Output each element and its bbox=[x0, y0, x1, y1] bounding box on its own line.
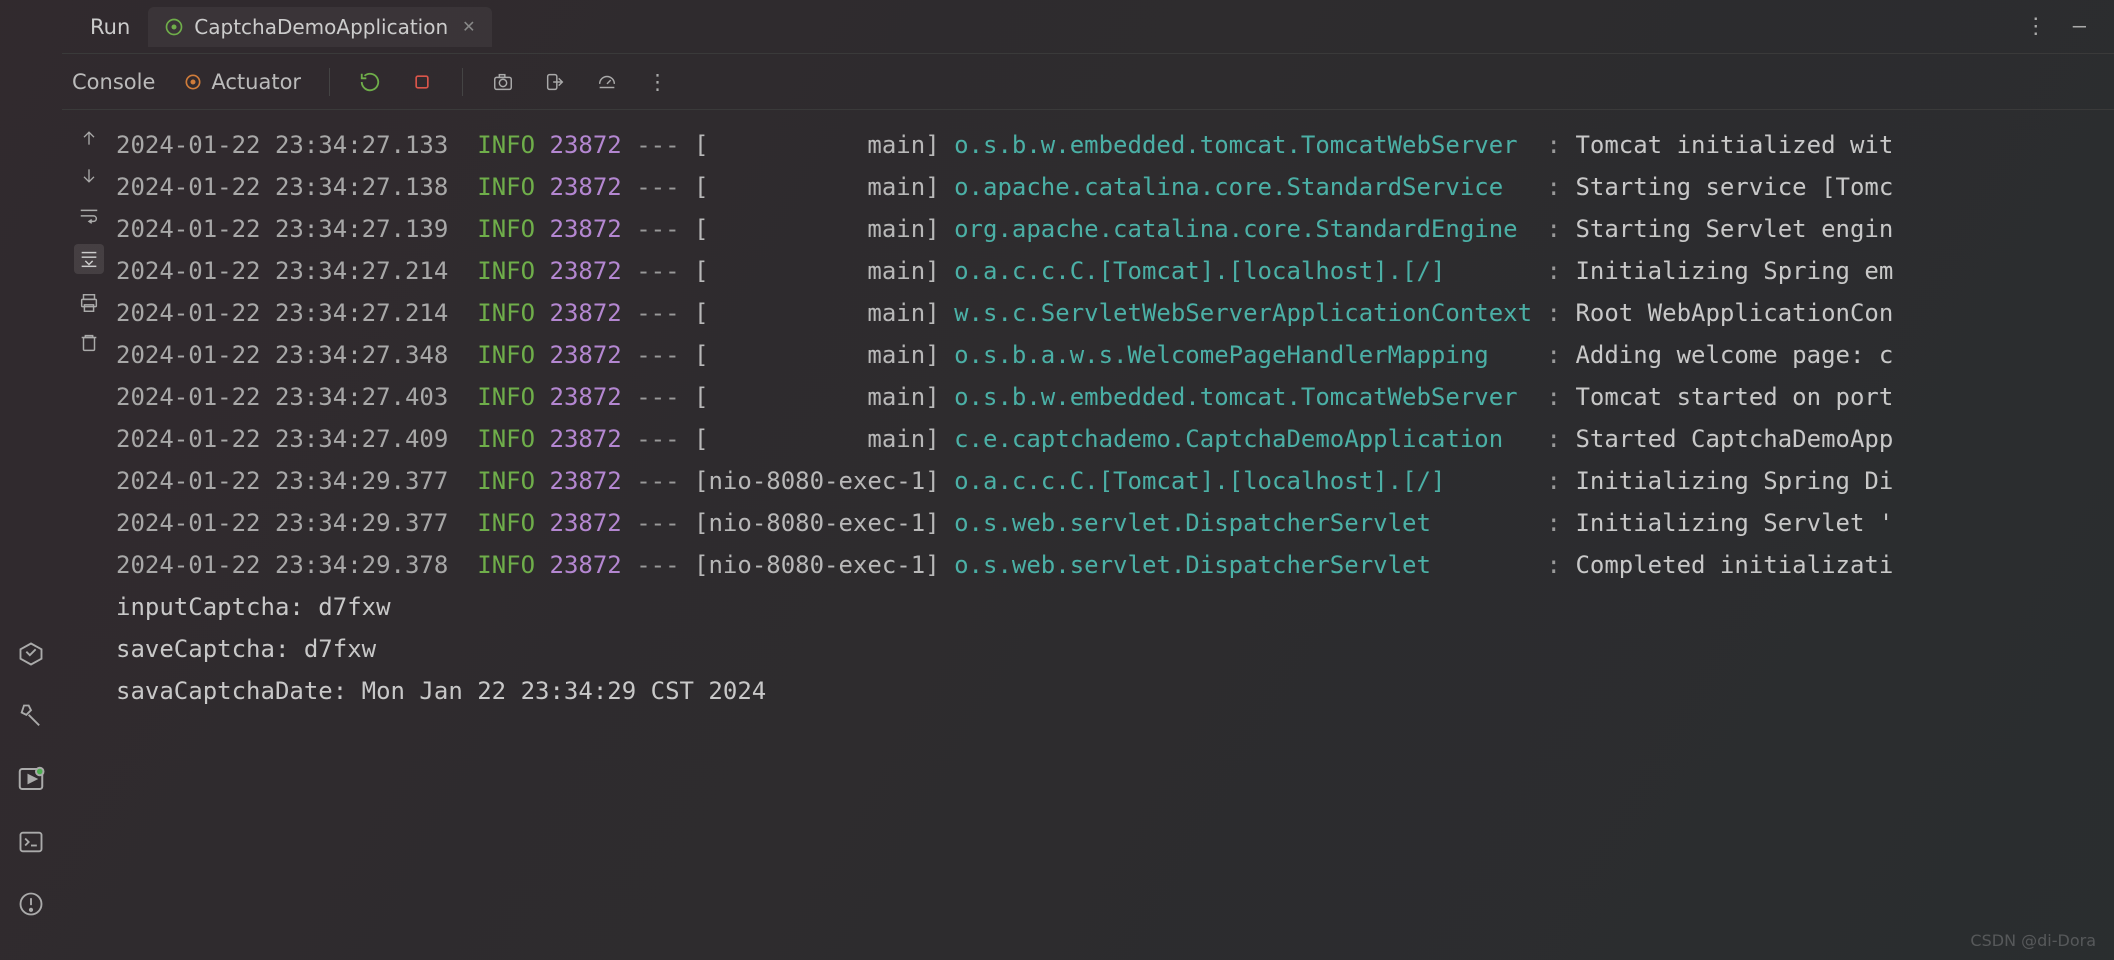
spring-boot-icon bbox=[164, 17, 184, 37]
scroll-down-icon[interactable] bbox=[79, 166, 99, 186]
console-tab[interactable]: Console bbox=[72, 70, 155, 94]
log-line: 2024-01-22 23:34:27.133 INFO 23872 --- [… bbox=[116, 124, 2114, 166]
problems-icon[interactable] bbox=[17, 890, 45, 918]
console-gutter bbox=[62, 110, 116, 960]
rerun-icon[interactable] bbox=[358, 70, 382, 94]
scroll-up-icon[interactable] bbox=[79, 128, 99, 148]
watermark: CSDN @di-Dora bbox=[1970, 931, 2096, 950]
soft-wrap-icon[interactable] bbox=[78, 204, 100, 226]
dashboard-icon[interactable] bbox=[595, 70, 619, 94]
log-line: saveCaptcha: d7fxw bbox=[116, 628, 2114, 670]
toolbar-more-icon[interactable]: ⋮ bbox=[647, 70, 668, 94]
console-output[interactable]: 2024-01-22 23:34:27.133 INFO 23872 --- [… bbox=[116, 110, 2114, 960]
trash-icon[interactable] bbox=[78, 332, 100, 354]
build-icon[interactable] bbox=[17, 702, 45, 730]
log-line: 2024-01-22 23:34:29.377 INFO 23872 --- [… bbox=[116, 502, 2114, 544]
left-tool-rail bbox=[0, 0, 62, 960]
run-tab-bar: Run CaptchaDemoApplication ✕ ⋮ — bbox=[62, 0, 2114, 54]
log-line: 2024-01-22 23:34:27.348 INFO 23872 --- [… bbox=[116, 334, 2114, 376]
more-icon[interactable]: ⋮ bbox=[2025, 14, 2047, 39]
run-icon[interactable] bbox=[16, 764, 46, 794]
log-line: 2024-01-22 23:34:29.378 INFO 23872 --- [… bbox=[116, 544, 2114, 586]
run-config-name: CaptchaDemoApplication bbox=[194, 15, 448, 39]
stop-icon[interactable] bbox=[410, 70, 434, 94]
log-line: 2024-01-22 23:34:27.139 INFO 23872 --- [… bbox=[116, 208, 2114, 250]
log-line: 2024-01-22 23:34:27.138 INFO 23872 --- [… bbox=[116, 166, 2114, 208]
log-line: 2024-01-22 23:34:27.403 INFO 23872 --- [… bbox=[116, 376, 2114, 418]
log-line: 2024-01-22 23:34:27.214 INFO 23872 --- [… bbox=[116, 292, 2114, 334]
minimize-icon[interactable]: — bbox=[2073, 14, 2086, 39]
run-config-tab[interactable]: CaptchaDemoApplication ✕ bbox=[148, 7, 491, 47]
print-icon[interactable] bbox=[78, 292, 100, 314]
actuator-tab[interactable]: Actuator bbox=[183, 70, 301, 94]
log-line: 2024-01-22 23:34:27.214 INFO 23872 --- [… bbox=[116, 250, 2114, 292]
console-toolbar: Console Actuator ⋮ bbox=[62, 54, 2114, 110]
run-label: Run bbox=[72, 15, 148, 39]
close-icon[interactable]: ✕ bbox=[462, 17, 475, 36]
services-icon[interactable] bbox=[17, 640, 45, 668]
camera-icon[interactable] bbox=[491, 70, 515, 94]
exit-icon[interactable] bbox=[543, 70, 567, 94]
log-line: inputCaptcha: d7fxw bbox=[116, 586, 2114, 628]
log-line: 2024-01-22 23:34:29.377 INFO 23872 --- [… bbox=[116, 460, 2114, 502]
terminal-icon[interactable] bbox=[17, 828, 45, 856]
log-line: 2024-01-22 23:34:27.409 INFO 23872 --- [… bbox=[116, 418, 2114, 460]
log-line: savaCaptchaDate: Mon Jan 22 23:34:29 CST… bbox=[116, 670, 2114, 712]
scroll-end-icon[interactable] bbox=[74, 244, 104, 274]
